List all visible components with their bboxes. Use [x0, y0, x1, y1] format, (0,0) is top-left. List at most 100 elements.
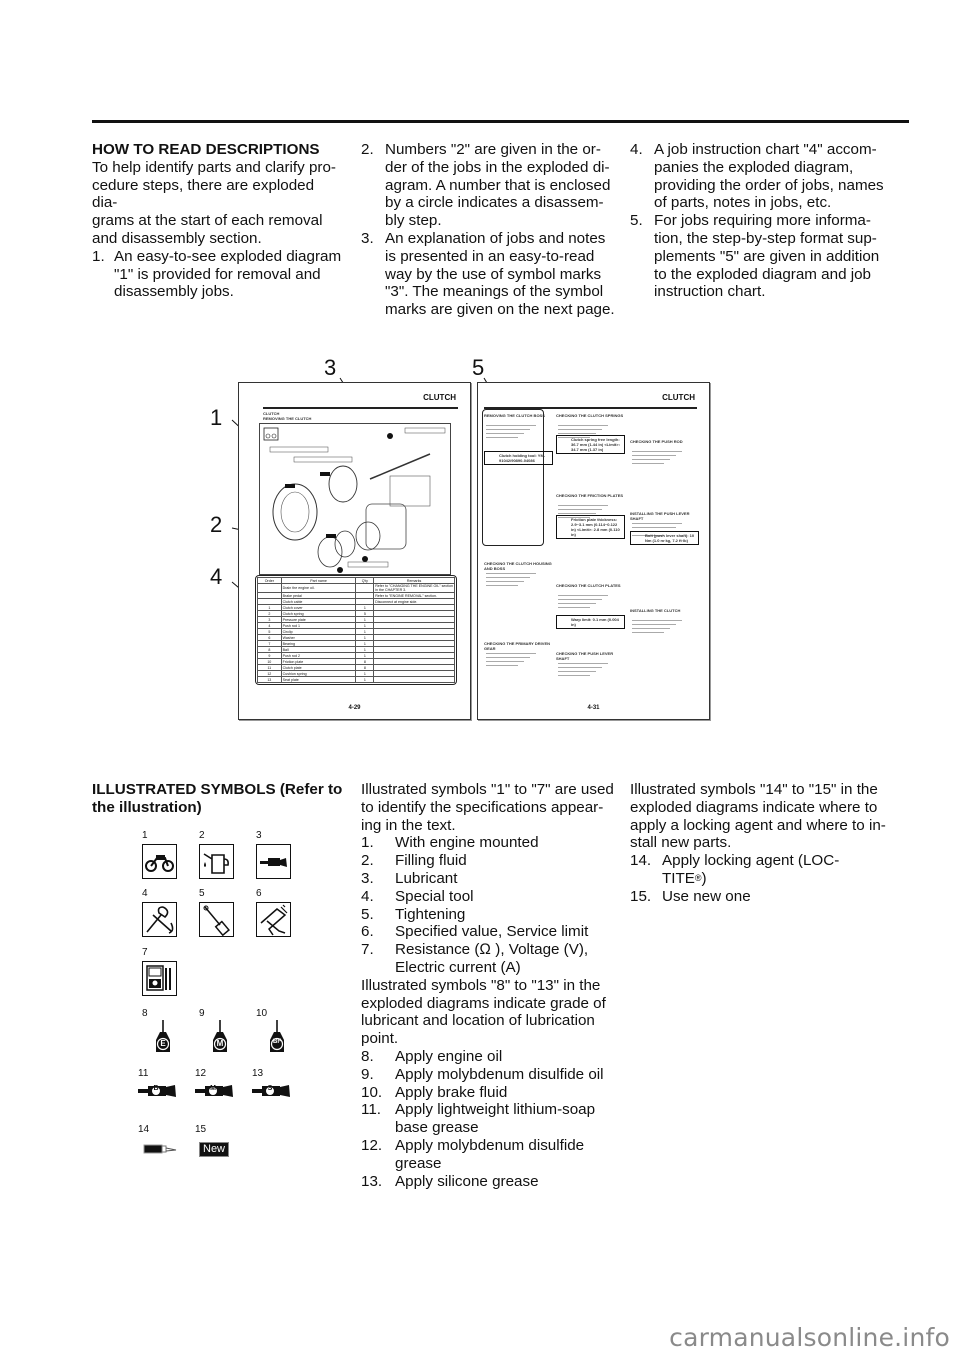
- text-line-placeholder: [558, 671, 596, 672]
- text-line-placeholder: [632, 527, 676, 528]
- symbol-number: 8: [142, 1008, 148, 1019]
- table-row: Drain the engine oil. Refer to "CHANGING …: [257, 583, 455, 593]
- step-heading: CHECKING THE PUSH LEVER SHAFT: [556, 651, 614, 661]
- spec-box: Clutch spring free length: 36.7 mm (1.44…: [556, 435, 625, 454]
- job-instruction-chart: Order Part name Q'ty Remarks Drain the e…: [255, 575, 457, 685]
- list-item: 4. Special tool: [361, 887, 474, 905]
- spec-box: Clutch holding tool: YM-91042/90890-0408…: [484, 451, 553, 465]
- text-line-placeholder: [486, 657, 530, 658]
- text-line-placeholder: [558, 663, 608, 664]
- list-item: 12. Apply molybdenum disulfide grease: [361, 1136, 585, 1172]
- symbols-heading: ILLUSTRATED SYMBOLS (Refer to the illust…: [92, 781, 343, 816]
- list-item: 4. A job instruction chart "4" accom- pa…: [630, 141, 884, 212]
- symbol-number: 6: [256, 888, 262, 899]
- text-line-placeholder: [558, 433, 596, 434]
- text-line-placeholder: [558, 607, 590, 608]
- table-cell: 1: [355, 676, 375, 683]
- text-line-placeholder: [558, 509, 602, 510]
- table-cell: 13: [257, 676, 282, 683]
- symbol-number: 9: [199, 1008, 205, 1019]
- spec-box: Warp limit: 0.1 mm (0.004 in): [556, 615, 625, 629]
- text-line-placeholder: [558, 425, 608, 426]
- symbol-number: 12: [195, 1068, 207, 1079]
- grease-tube-icon: B: [138, 1084, 178, 1103]
- table-cell: [355, 583, 375, 593]
- symbol-number: 14: [138, 1124, 150, 1135]
- symbol-number: 15: [195, 1124, 207, 1135]
- text-line-placeholder: [632, 523, 682, 524]
- symbols-column-2: Illustrated symbols "1" to "7" are used …: [361, 781, 621, 1190]
- intro-line: cedure steps, there are exploded dia-: [92, 176, 315, 212]
- symbol-list-1-7: 1. With engine mounted 2. Filling fluid 3. Lu…: [361, 834, 621, 976]
- symbol-number: 11: [138, 1068, 149, 1079]
- oiler-icon: BF: [266, 1020, 288, 1059]
- text-line-placeholder: [486, 577, 530, 578]
- top-rule: [92, 120, 909, 123]
- watermark: carmanualsonline.info: [669, 1323, 950, 1352]
- oil-can-icon: [199, 844, 234, 879]
- job-chart-table: Order Part name Q'ty Remarks Drain the e…: [257, 577, 455, 683]
- step-heading: CHECKING THE CLUTCH PLATES: [556, 583, 621, 588]
- text-line-placeholder: [558, 513, 596, 514]
- table-cell: Seat plate: [280, 676, 357, 683]
- spec-box: Bolt (push lever shaft): 10 Nm (1.0 m·kg…: [630, 531, 699, 545]
- list-item: 11. Apply lightweight lithium-soap base gr…: [361, 1101, 596, 1137]
- exploded-diagram: [259, 423, 451, 575]
- text-line-placeholder: [486, 585, 518, 586]
- list-item: 1. With engine mounted: [361, 834, 539, 852]
- symbol-number: 5: [199, 888, 205, 899]
- page-number: 4-31: [587, 705, 600, 711]
- symbol-letter: M: [210, 1085, 216, 1092]
- torque-wrench-icon: [199, 902, 234, 937]
- step-heading: REMOVING THE CLUTCH BOSS: [484, 413, 545, 418]
- grease-gun-icon: [256, 844, 291, 879]
- list-item: 2. Numbers "2" are given in the or- der …: [361, 141, 611, 230]
- text-line-placeholder: [632, 624, 676, 625]
- symbol-letter: B: [153, 1085, 159, 1092]
- list-item: 1. An easy-to-see exploded diagram "1" i…: [92, 247, 342, 301]
- intro-column-1: HOW TO READ DESCRIPTIONS To help identif…: [92, 141, 342, 301]
- callout-2: 2: [210, 512, 223, 537]
- text-line-placeholder: [632, 632, 664, 633]
- symbol-list-8-13: 8. Apply engine oil 9. Apply molybdenum dis…: [361, 1048, 621, 1190]
- table-cell: [373, 676, 455, 683]
- symbol-number: 10: [256, 1008, 268, 1019]
- page-header: CLUTCH: [662, 393, 695, 402]
- text-line-placeholder: [486, 433, 524, 434]
- symbol-number: 4: [142, 888, 148, 899]
- manual-page-left: CLUTCH CLUTCH REMOVING THE CLUTCH Order …: [238, 382, 471, 720]
- list-item: 8. Apply engine oil: [361, 1047, 503, 1065]
- new-part-badge: New: [199, 1142, 230, 1157]
- oiler-icon: E: [152, 1020, 174, 1059]
- step-heading: CHECKING THE FRICTION PLATES: [556, 493, 624, 498]
- diagram-subtitle: REMOVING THE CLUTCH: [263, 416, 312, 421]
- text-line-placeholder: [486, 653, 536, 654]
- exploded-diagram-drawing: [263, 427, 446, 573]
- section-heading: HOW TO READ DESCRIPTIONS: [92, 141, 320, 158]
- text-line-placeholder: [558, 667, 602, 668]
- text-line-placeholder: [486, 573, 536, 574]
- step-heading: CHECKING THE PUSH ROD: [630, 439, 683, 444]
- callout-1: 1: [210, 405, 223, 430]
- list-item: 10. Apply brake fluid: [361, 1083, 508, 1101]
- manual-spread-figure: CLUTCH CLUTCH REMOVING THE CLUTCH Order …: [238, 382, 870, 722]
- list-item: 14. Apply locking agent (LOC- TITE®): [630, 852, 840, 887]
- text-line-placeholder: [632, 451, 682, 452]
- table-row: 13 Seat plate 1: [257, 676, 455, 683]
- list-item: 5. Tightening: [361, 905, 466, 923]
- oiler-icon: M: [209, 1020, 231, 1059]
- grease-tube-icon: M: [195, 1084, 235, 1103]
- text-line-placeholder: [558, 429, 602, 430]
- symbol-number: 1: [142, 830, 148, 841]
- symbol-number: 3: [256, 830, 262, 841]
- list-item: 6. Specified value, Service limit: [361, 923, 589, 941]
- caliper-icon: [256, 902, 291, 937]
- symbol-letter: E: [160, 1039, 166, 1048]
- step-heading: INSTALLING THE CLUTCH: [630, 608, 681, 613]
- text-line-placeholder: [558, 675, 590, 676]
- table-cell: Refer to "CHANGING THE ENGINE OIL" secti…: [373, 583, 455, 593]
- special-tool-icon: [142, 902, 177, 937]
- step-heading: CHECKING THE PRIMARY DRIVEN GEAR: [484, 641, 551, 651]
- list-item: 9. Apply molybdenum disulfide oil: [361, 1065, 604, 1083]
- intro-line: grams at the start of each removal: [92, 212, 323, 230]
